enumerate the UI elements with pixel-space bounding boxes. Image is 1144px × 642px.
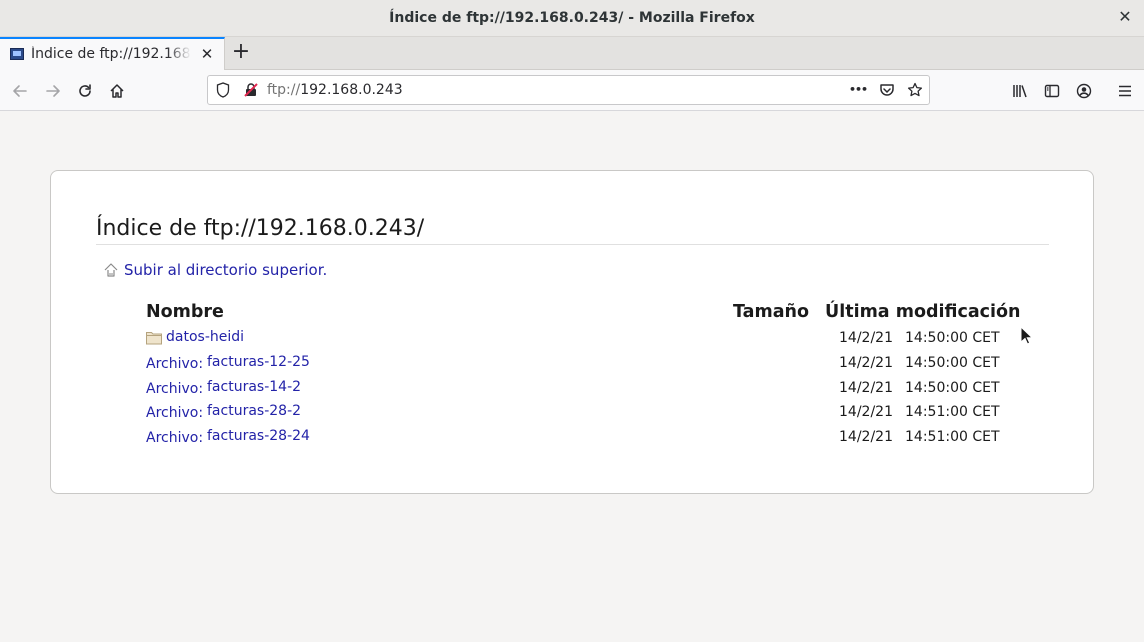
tab-strip: Índice de ftp://192.168.0.243/ ✕ + [0,37,1144,70]
star-icon [907,82,923,97]
reload-icon [79,84,91,97]
sidebar-icon [1044,84,1060,98]
new-tab-button[interactable]: + [229,41,253,65]
file-prefix: Archivo: [146,430,204,446]
home-icon [110,84,124,98]
entry-time: 14:51:00 CET [905,429,1000,445]
directory-listing-card: Índice de ftp://192.168.0.243/ Subir al … [50,170,1094,494]
url-text[interactable]: ftp://192.168.0.243 [267,82,403,98]
account-icon [1076,83,1092,99]
page-title: Índice de ftp://192.168.0.243/ [96,216,1049,245]
entry-time: 14:51:00 CET [905,404,1000,420]
tab-label: Índice de ftp://192.168.0.243/ [31,46,191,62]
list-item: Archivo: facturas-12-25 14/2/21 14:50:00… [146,354,1006,378]
bookmark-star-button[interactable] [903,79,927,101]
list-item: Archivo: facturas-14-2 14/2/21 14:50:00 … [146,379,1006,403]
entry-time: 14:50:00 CET [905,380,1000,396]
computer-favicon-icon [10,48,24,60]
sidebar-button[interactable] [1039,78,1065,104]
account-button[interactable] [1071,78,1097,104]
folder-link[interactable]: datos-heidi [166,329,244,345]
back-arrow-icon [13,85,27,97]
library-icon [1013,85,1027,98]
file-prefix: Archivo: [146,356,204,372]
parent-directory-label[interactable]: Subir al directorio superior. [124,261,327,279]
insecure-lock-icon[interactable] [243,82,259,98]
url-scheme: ftp:// [267,82,301,98]
entry-date: 14/2/21 [839,404,893,420]
tab-ftp-index[interactable]: Índice de ftp://192.168.0.243/ ✕ [0,37,225,70]
file-link[interactable]: facturas-14-2 [207,379,301,395]
entry-date: 14/2/21 [839,355,893,371]
mouse-cursor-icon [1020,326,1034,345]
library-button[interactable] [1007,78,1033,104]
entry-date: 14/2/21 [839,429,893,445]
tab-close-button[interactable]: ✕ [198,44,216,64]
page-actions-button[interactable]: ••• [846,79,870,101]
url-bar[interactable]: ftp://192.168.0.243 ••• [207,75,930,105]
open-menu-button[interactable] [1112,78,1138,104]
url-host: 192.168.0.243 [300,82,403,98]
hamburger-menu-icon [1119,85,1131,97]
entry-date: 14/2/21 [839,330,893,346]
folder-icon [146,332,162,345]
reload-button[interactable] [72,78,98,104]
file-prefix: Archivo: [146,381,204,397]
pocket-icon [880,84,894,96]
column-header-name[interactable]: Nombre [146,302,224,322]
file-link[interactable]: facturas-12-25 [207,354,310,370]
file-link[interactable]: facturas-28-2 [207,403,301,419]
file-prefix: Archivo: [146,405,204,421]
entry-date: 14/2/21 [839,380,893,396]
page-content: Índice de ftp://192.168.0.243/ Subir al … [0,111,1144,642]
window-close-button[interactable]: ✕ [1118,8,1132,26]
pocket-button[interactable] [875,79,899,101]
list-item: Archivo: facturas-28-2 14/2/21 14:51:00 … [146,403,1006,427]
entry-time: 14:50:00 CET [905,355,1000,371]
list-item: Archivo: facturas-28-24 14/2/21 14:51:00… [146,428,1006,452]
window-titlebar: Índice de ftp://192.168.0.243/ - Mozilla… [0,0,1144,37]
file-link[interactable]: facturas-28-24 [207,428,310,444]
navigation-toolbar: ftp://192.168.0.243 ••• [0,70,1144,111]
back-button[interactable] [7,78,33,104]
column-header-size[interactable]: Tamaño [733,302,809,322]
column-header-modified[interactable]: Última modificación [825,302,1021,322]
forward-button[interactable] [40,78,66,104]
home-button[interactable] [104,78,130,104]
forward-arrow-icon [46,85,60,97]
window-title: Índice de ftp://192.168.0.243/ - Mozilla… [389,10,755,26]
tracking-shield-icon[interactable] [216,82,230,98]
up-directory-icon [104,263,118,277]
entry-time: 14:50:00 CET [905,330,1000,346]
list-item: datos-heidi 14/2/21 14:50:00 CET [146,329,1006,353]
